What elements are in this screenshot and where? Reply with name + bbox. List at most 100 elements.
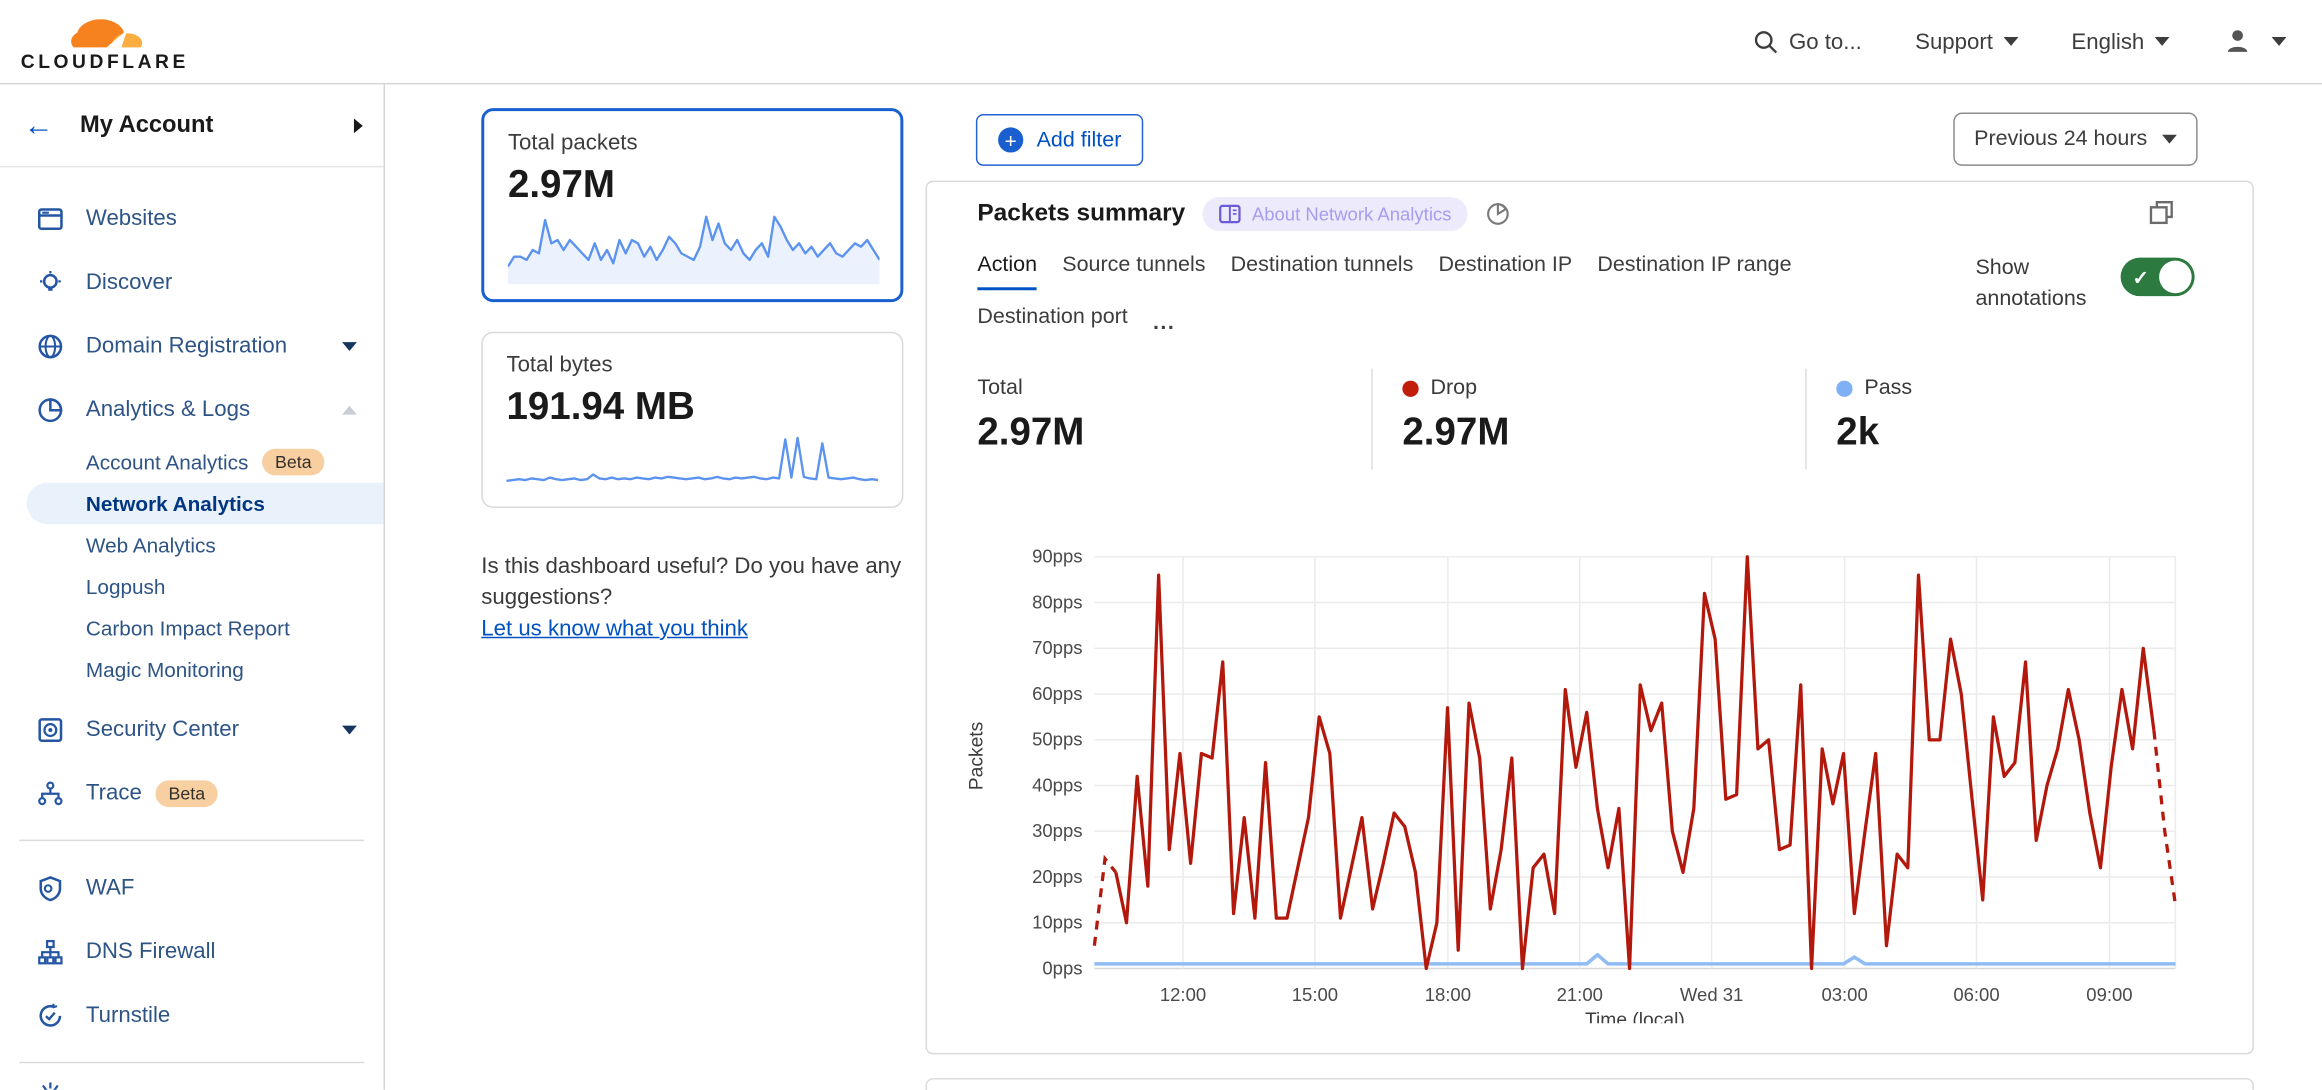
sidebar-item-turnstile[interactable]: Turnstile bbox=[0, 983, 384, 1047]
user-icon bbox=[2223, 27, 2253, 57]
packets-summary-panel: Packets summary About Network Analytics … bbox=[926, 181, 2254, 1055]
svg-text:10pps: 10pps bbox=[1032, 912, 1082, 933]
tab-action[interactable]: Action bbox=[977, 253, 1037, 290]
sidebar: ← My Account Websites Discover Domain Re… bbox=[0, 84, 385, 1090]
svg-text:09:00: 09:00 bbox=[2086, 984, 2132, 1005]
sidebar-item-account-analytics[interactable]: Account Analytics Beta bbox=[0, 441, 384, 482]
cloudflare-cloud-icon bbox=[62, 14, 148, 53]
stat-drop[interactable]: Drop 2.97M bbox=[1371, 369, 1805, 470]
globe-icon bbox=[37, 332, 64, 359]
back-arrow-icon[interactable]: ← bbox=[24, 110, 54, 140]
sidebar-item-waf[interactable]: WAF bbox=[0, 856, 384, 920]
chevron-right-icon[interactable] bbox=[354, 118, 363, 133]
dimension-tabs-row2: Destination port ... bbox=[977, 305, 1175, 339]
feedback-question: Is this dashboard useful? Do you have an… bbox=[481, 551, 903, 613]
svg-text:0pps: 0pps bbox=[1042, 957, 1082, 978]
beta-badge: Beta bbox=[155, 780, 218, 807]
svg-text:90pps: 90pps bbox=[1032, 546, 1082, 566]
support-label: Support bbox=[1915, 29, 1993, 54]
pie-chart-icon[interactable] bbox=[1486, 201, 1511, 226]
total-bytes-value: 191.94 MB bbox=[506, 384, 878, 430]
goto-search[interactable]: Go to... bbox=[1753, 29, 1861, 54]
main-content: + Add filter Previous 24 hours Packets s… bbox=[926, 84, 2322, 1090]
about-network-analytics-badge[interactable]: About Network Analytics bbox=[1203, 197, 1468, 231]
legend-stats-row: Total 2.97M Drop 2.97M Pass 2k bbox=[927, 369, 2255, 470]
plus-icon: + bbox=[998, 127, 1023, 152]
language-label: English bbox=[2071, 29, 2144, 54]
svg-text:20pps: 20pps bbox=[1032, 866, 1082, 887]
brand-wordmark: CLOUDFLARE bbox=[21, 50, 189, 72]
tab-source-tunnels[interactable]: Source tunnels bbox=[1062, 253, 1205, 290]
show-annotations-toggle[interactable]: ✓ bbox=[2121, 258, 2195, 297]
sidebar-item-network-analytics[interactable]: Network Analytics bbox=[27, 483, 384, 524]
svg-text:70pps: 70pps bbox=[1032, 637, 1082, 658]
total-bytes-card[interactable]: Total bytes 191.94 MB bbox=[481, 332, 903, 508]
beta-badge: Beta bbox=[262, 449, 325, 476]
svg-text:Time (local): Time (local) bbox=[1585, 1010, 1685, 1023]
sidebar-item-dns-firewall[interactable]: DNS Firewall bbox=[0, 920, 384, 984]
security-safe-icon bbox=[37, 716, 64, 743]
total-packets-card[interactable]: Total packets 2.97M bbox=[481, 108, 903, 302]
sidebar-item-partial[interactable] bbox=[0, 1078, 384, 1090]
tab-destination-tunnels[interactable]: Destination tunnels bbox=[1231, 253, 1414, 290]
show-annotations-label: Show annotations bbox=[1975, 253, 2102, 315]
sidebar-item-logpush[interactable]: Logpush bbox=[0, 566, 384, 607]
tabs-overflow-button[interactable]: ... bbox=[1153, 310, 1175, 334]
panel-title: Packets summary bbox=[977, 200, 1185, 228]
tab-destination-port[interactable]: Destination port bbox=[977, 305, 1127, 339]
shield-gear-icon bbox=[37, 874, 64, 901]
tab-destination-ip-range[interactable]: Destination IP range bbox=[1597, 253, 1791, 290]
sidebar-item-web-analytics[interactable]: Web Analytics bbox=[0, 524, 384, 565]
svg-text:03:00: 03:00 bbox=[1821, 984, 1867, 1005]
stat-drop-value: 2.97M bbox=[1402, 409, 1805, 455]
chevron-down-icon bbox=[2272, 37, 2287, 46]
svg-text:30pps: 30pps bbox=[1032, 820, 1082, 841]
sidebar-divider bbox=[19, 1062, 364, 1063]
account-name: My Account bbox=[80, 112, 354, 139]
sidebar-item-analytics-logs[interactable]: Analytics & Logs bbox=[0, 378, 384, 442]
sidebar-item-discover[interactable]: Discover bbox=[0, 250, 384, 314]
total-packets-value: 2.97M bbox=[508, 161, 877, 207]
dimension-tabs: Action Source tunnels Destination tunnel… bbox=[977, 253, 1791, 290]
chevron-down-icon bbox=[2155, 37, 2170, 46]
book-icon bbox=[1219, 204, 1241, 223]
sidebar-item-domain-registration[interactable]: Domain Registration bbox=[0, 314, 384, 378]
stat-pass[interactable]: Pass 2k bbox=[1805, 369, 2255, 470]
svg-text:21:00: 21:00 bbox=[1557, 984, 1603, 1005]
chevron-down-icon bbox=[2003, 37, 2018, 46]
user-account-menu[interactable] bbox=[2223, 27, 2287, 57]
support-menu[interactable]: Support bbox=[1915, 29, 2018, 54]
sidebar-item-websites[interactable]: Websites bbox=[0, 187, 384, 251]
sidebar-item-magic-monitoring[interactable]: Magic Monitoring bbox=[0, 649, 384, 690]
browser-window-icon bbox=[37, 205, 64, 232]
svg-text:50pps: 50pps bbox=[1032, 729, 1082, 750]
cloudflare-logo[interactable]: CLOUDFLARE bbox=[21, 14, 189, 72]
total-packets-sparkline bbox=[508, 207, 880, 284]
chevron-down-icon bbox=[342, 341, 357, 350]
sidebar-item-carbon-impact-report[interactable]: Carbon Impact Report bbox=[0, 607, 384, 648]
time-range-dropdown[interactable]: Previous 24 hours bbox=[1953, 113, 2197, 166]
total-bytes-title: Total bytes bbox=[506, 352, 878, 377]
trace-icon bbox=[37, 780, 64, 807]
tab-destination-ip[interactable]: Destination IP bbox=[1438, 253, 1572, 290]
packets-time-series-chart: 0pps10pps20pps30pps40pps50pps60pps70pps8… bbox=[1008, 546, 2208, 1023]
drop-legend-dot bbox=[1402, 380, 1418, 396]
sidebar-item-security-center[interactable]: Security Center bbox=[0, 697, 384, 761]
feedback-link[interactable]: Let us know what you think bbox=[481, 616, 748, 641]
chevron-down-icon bbox=[342, 725, 357, 734]
svg-text:Wed 31: Wed 31 bbox=[1680, 984, 1743, 1005]
total-bytes-sparkline bbox=[506, 429, 878, 491]
expand-panel-icon[interactable] bbox=[2149, 200, 2174, 225]
sidebar-item-trace[interactable]: Trace Beta bbox=[0, 761, 384, 825]
svg-text:12:00: 12:00 bbox=[1160, 984, 1206, 1005]
language-menu[interactable]: English bbox=[2071, 29, 2169, 54]
lightbulb-icon bbox=[37, 269, 64, 296]
hierarchy-icon bbox=[37, 938, 64, 965]
pass-legend-dot bbox=[1836, 380, 1852, 396]
stat-pass-value: 2k bbox=[1836, 409, 2255, 455]
svg-text:18:00: 18:00 bbox=[1425, 984, 1471, 1005]
svg-text:15:00: 15:00 bbox=[1292, 984, 1338, 1005]
toggle-knob bbox=[2159, 261, 2192, 294]
search-icon bbox=[1753, 29, 1778, 54]
add-filter-button[interactable]: + Add filter bbox=[976, 114, 1144, 166]
